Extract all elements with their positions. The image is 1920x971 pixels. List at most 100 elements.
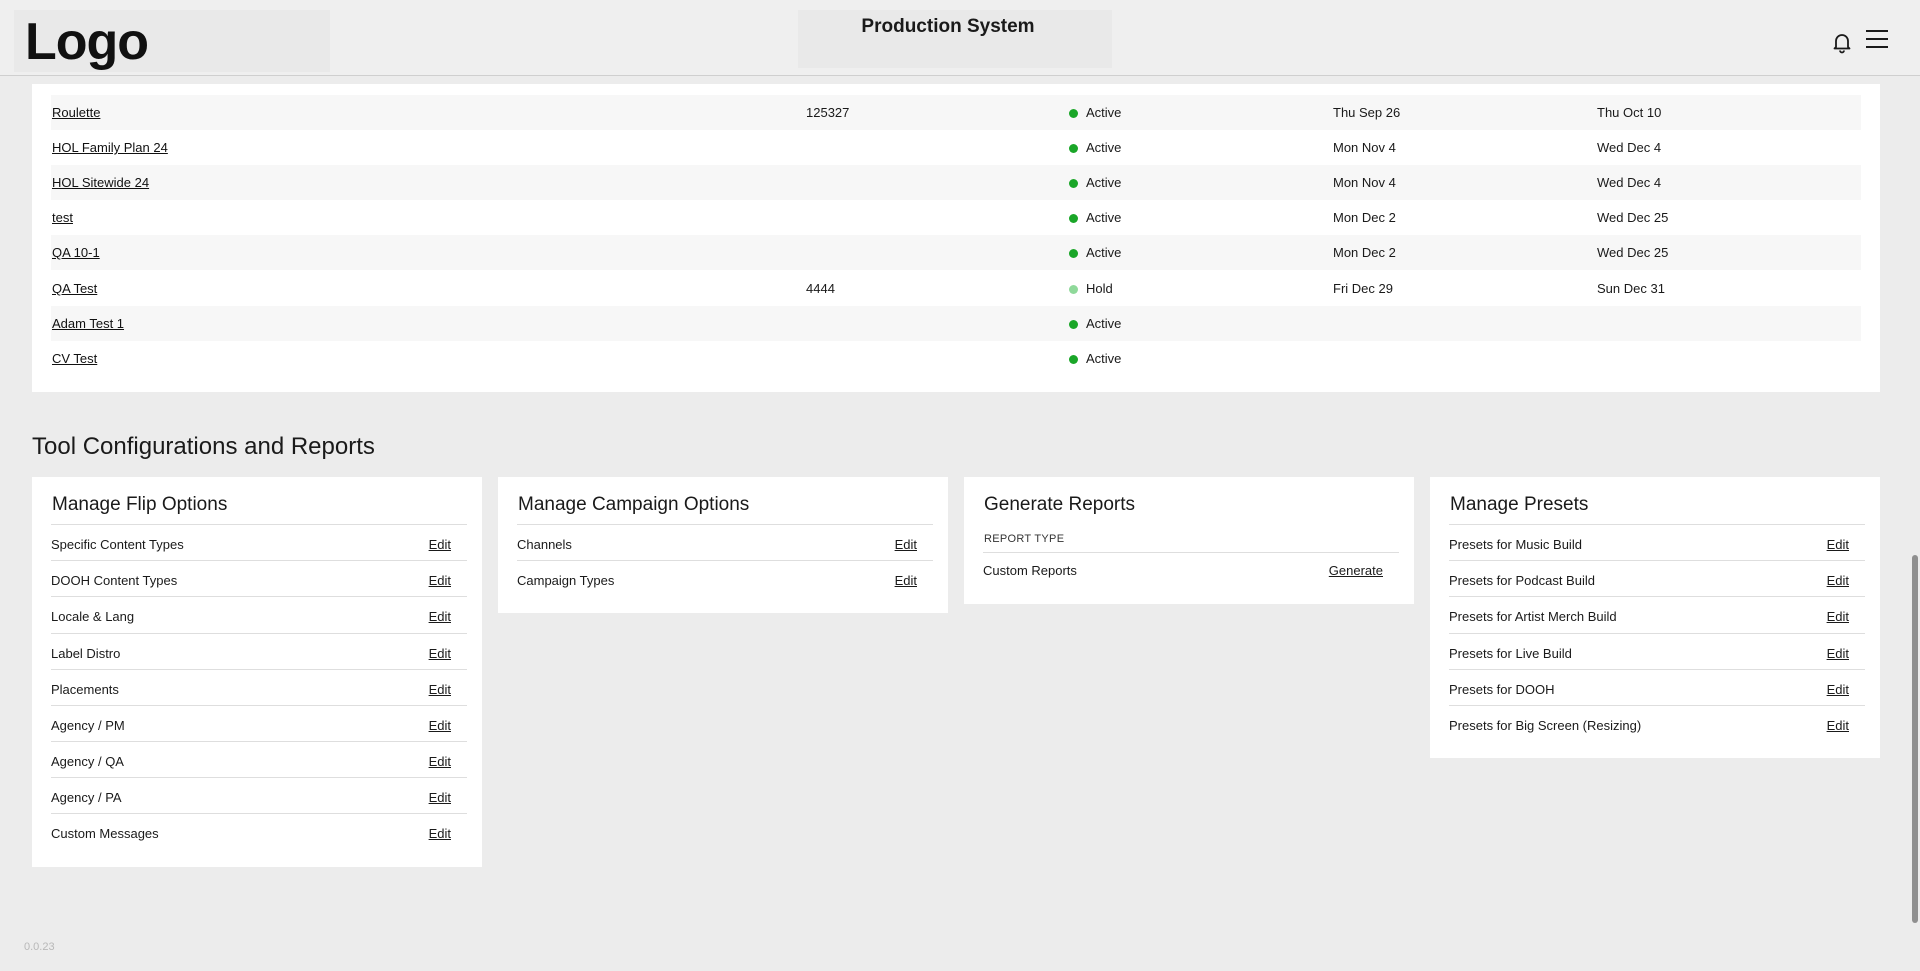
flip-options-card: Manage Flip Options Specific Content Typ… xyxy=(32,477,482,867)
campaign-link[interactable]: QA 10-1 xyxy=(52,245,100,260)
presets-card: Manage Presets Presets for Music Build E… xyxy=(1430,477,1880,758)
status-text: Active xyxy=(1086,316,1122,331)
list-item: Presets for DOOH Edit xyxy=(1449,669,1865,705)
start-date: Thu Sep 26 xyxy=(1333,105,1401,120)
table-row: CV Test Active xyxy=(51,341,1861,376)
campaign-link[interactable]: QA Test xyxy=(52,281,97,296)
list-item: Agency / PM Edit xyxy=(51,705,467,741)
edit-button[interactable]: Edit xyxy=(1827,537,1849,552)
list-item: Agency / QA Edit xyxy=(51,741,467,777)
item-label: Channels xyxy=(517,537,572,552)
edit-button[interactable]: Edit xyxy=(429,718,451,733)
edit-button[interactable]: Edit xyxy=(1827,682,1849,697)
end-date: Wed Dec 25 xyxy=(1597,245,1669,260)
status-text: Active xyxy=(1086,351,1122,366)
list-item: Agency / PA Edit xyxy=(51,777,467,813)
app-title: Production System xyxy=(861,16,1035,37)
item-label: Agency / PM xyxy=(51,718,125,733)
edit-button[interactable]: Edit xyxy=(429,682,451,697)
edit-button[interactable]: Edit xyxy=(1827,573,1849,588)
edit-button[interactable]: Edit xyxy=(1827,718,1849,733)
edit-button[interactable]: Edit xyxy=(429,826,451,841)
campaign-link[interactable]: CV Test xyxy=(52,351,97,366)
generate-button[interactable]: Generate xyxy=(1329,563,1383,578)
list-item: Presets for Music Build Edit xyxy=(1449,524,1865,560)
status-text: Active xyxy=(1086,210,1122,225)
start-date: Mon Dec 2 xyxy=(1333,210,1396,225)
list-item: Presets for Big Screen (Resizing) Edit xyxy=(1449,705,1865,741)
item-label: Presets for Big Screen (Resizing) xyxy=(1449,718,1642,733)
item-label: Specific Content Types xyxy=(51,537,184,552)
generate-reports-card: Generate Reports REPORT TYPE Custom Repo… xyxy=(964,477,1414,604)
card-title: Manage Campaign Options xyxy=(518,494,750,515)
card-title: Manage Presets xyxy=(1450,494,1589,515)
edit-button[interactable]: Edit xyxy=(429,537,451,552)
status-dot xyxy=(1069,109,1078,118)
list-item: Label Distro Edit xyxy=(51,633,467,669)
table-row: HOL Family Plan 24 Active Mon Nov 4 Wed … xyxy=(51,130,1861,165)
edit-button[interactable]: Edit xyxy=(1827,646,1849,661)
start-date: Mon Nov 4 xyxy=(1333,140,1396,155)
bell-icon[interactable] xyxy=(1830,30,1854,54)
table-row: Roulette 125327 Active Thu Sep 26 Thu Oc… xyxy=(51,95,1861,130)
campaign-link[interactable]: HOL Sitewide 24 xyxy=(52,175,149,190)
card-title: Manage Flip Options xyxy=(52,494,228,515)
item-label: Presets for DOOH xyxy=(1449,682,1555,697)
edit-button[interactable]: Edit xyxy=(1827,609,1849,624)
campaign-link[interactable]: Adam Test 1 xyxy=(52,316,124,331)
start-date: Fri Dec 29 xyxy=(1333,281,1393,296)
status-dot xyxy=(1069,214,1078,223)
item-label: Presets for Music Build xyxy=(1449,537,1582,552)
hamburger-menu-icon[interactable] xyxy=(1866,30,1890,52)
table-row: test Active Mon Dec 2 Wed Dec 25 xyxy=(51,200,1861,235)
campaign-id: 4444 xyxy=(806,281,835,296)
item-label: DOOH Content Types xyxy=(51,573,178,588)
list-item: Channels Edit xyxy=(517,524,933,560)
item-label: Presets for Podcast Build xyxy=(1449,573,1595,588)
list-item: Specific Content Types Edit xyxy=(51,524,467,560)
campaign-link[interactable]: test xyxy=(52,210,73,225)
item-label: Agency / QA xyxy=(51,754,124,769)
app-header: Logo Production System xyxy=(0,0,1920,76)
item-label: Agency / PA xyxy=(51,790,122,805)
edit-button[interactable]: Edit xyxy=(429,573,451,588)
item-label: Presets for Artist Merch Build xyxy=(1449,609,1617,624)
item-label: Presets for Live Build xyxy=(1449,646,1572,661)
status-text: Active xyxy=(1086,140,1122,155)
edit-button[interactable]: Edit xyxy=(429,609,451,624)
scrollbar-thumb[interactable] xyxy=(1912,555,1918,923)
end-date: Wed Dec 25 xyxy=(1597,210,1669,225)
logo[interactable]: Logo xyxy=(25,12,149,72)
end-date: Sun Dec 31 xyxy=(1597,281,1665,296)
status-dot xyxy=(1069,355,1078,364)
table-row: QA 10-1 Active Mon Dec 2 Wed Dec 25 xyxy=(51,235,1861,270)
start-date: Mon Dec 2 xyxy=(1333,245,1396,260)
edit-button[interactable]: Edit xyxy=(429,646,451,661)
table-row: Adam Test 1 Active xyxy=(51,306,1861,341)
item-label: Campaign Types xyxy=(517,573,615,588)
item-label: Placements xyxy=(51,682,119,697)
campaign-table: Roulette 125327 Active Thu Sep 26 Thu Oc… xyxy=(32,84,1880,392)
list-item: Custom Messages Edit xyxy=(51,813,467,849)
list-item: Presets for Artist Merch Build Edit xyxy=(1449,596,1865,632)
table-row: QA Test 4444 Hold Fri Dec 29 Sun Dec 31 xyxy=(51,271,1861,306)
section-title: Tool Configurations and Reports xyxy=(32,433,375,460)
campaign-id: 125327 xyxy=(806,105,850,120)
edit-button[interactable]: Edit xyxy=(895,537,917,552)
campaign-options-card: Manage Campaign Options Channels Edit Ca… xyxy=(498,477,948,613)
list-item: Locale & Lang Edit xyxy=(51,596,467,632)
edit-button[interactable]: Edit xyxy=(429,754,451,769)
list-item: Presets for Podcast Build Edit xyxy=(1449,560,1865,596)
campaign-link[interactable]: Roulette xyxy=(52,105,100,120)
status-dot xyxy=(1069,285,1078,294)
version-label: 0.0.23 xyxy=(24,941,55,953)
campaign-link[interactable]: HOL Family Plan 24 xyxy=(52,140,168,155)
edit-button[interactable]: Edit xyxy=(429,790,451,805)
item-label: Custom Reports xyxy=(983,563,1077,578)
status-text: Active xyxy=(1086,105,1122,120)
status-dot xyxy=(1069,179,1078,188)
end-date: Wed Dec 4 xyxy=(1597,140,1662,155)
status-text: Active xyxy=(1086,175,1122,190)
status-dot xyxy=(1069,320,1078,329)
edit-button[interactable]: Edit xyxy=(895,573,917,588)
